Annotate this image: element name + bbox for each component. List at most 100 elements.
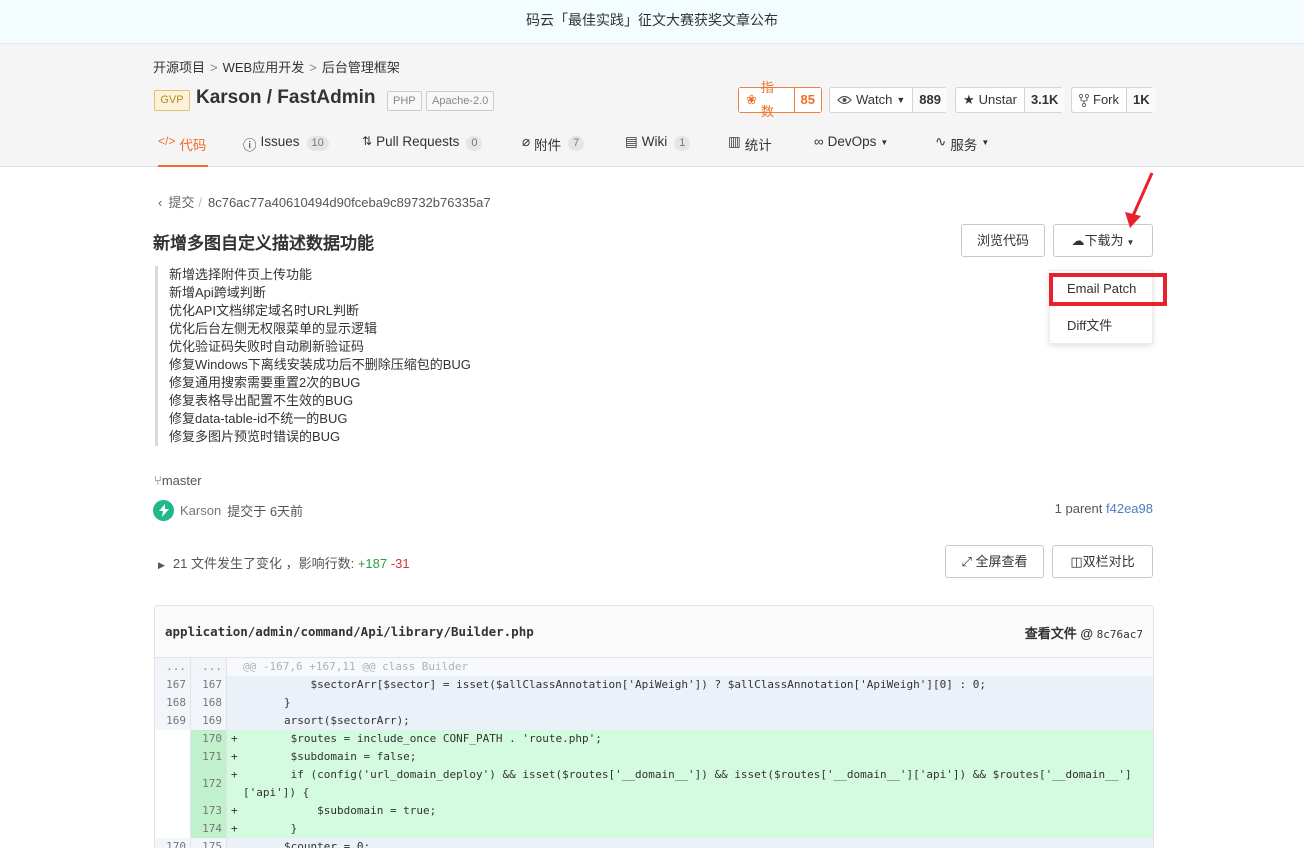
index-label: 指数 xyxy=(760,80,774,119)
code-text: arsort($sectorArr); xyxy=(227,712,1153,730)
old-line-number[interactable]: 169 xyxy=(155,712,191,730)
avatar[interactable] xyxy=(153,500,174,521)
code-text: $counter = 0; xyxy=(227,838,1153,848)
commit-message-line: 优化API文档绑定域名时URL判断 xyxy=(169,303,359,318)
diff-hunk-header[interactable]: ... ... @@ -167,6 +167,11 @@ class Build… xyxy=(155,658,1153,676)
commit-message-line: 修复通用搜索需要重置2次的BUG xyxy=(169,375,361,390)
commits-link[interactable]: 提交 xyxy=(168,195,194,210)
columns-icon: ◫ xyxy=(1070,554,1083,569)
star-count[interactable]: 3.1K xyxy=(1024,88,1065,112)
cloud-download-icon: ☁ xyxy=(1071,233,1085,248)
gvp-badge[interactable]: GVP xyxy=(154,90,190,111)
chevron-down-icon: ▼ xyxy=(981,138,990,147)
diff-stats[interactable]: ▶ 21 文件发生了变化 ，影响行数: +187 -31 xyxy=(158,553,410,572)
new-line-number[interactable]: 167 xyxy=(191,676,227,694)
breadcrumb: 开源项目 > WEB应用开发 > 后台管理框架 xyxy=(153,57,400,76)
commit-breadcrumb: ‹ 提交 / 8c76ac77a40610494d90fceba9c89732b763… xyxy=(158,192,491,211)
old-line-number xyxy=(155,730,191,748)
code-text: + } xyxy=(227,820,1153,838)
deletions-count: -31 xyxy=(390,556,410,571)
bolt-icon xyxy=(158,504,169,517)
parent-hash-link[interactable]: f42ea98 xyxy=(1106,501,1153,516)
commit-title: 新增多图自定义描述数据功能 xyxy=(153,234,374,253)
new-line-number[interactable]: 173 xyxy=(191,802,227,820)
tab-code-label: 代码 xyxy=(179,138,207,153)
watch-button[interactable]: Watch ▼ 889 xyxy=(829,87,947,113)
fullscreen-button[interactable]: ⤢ 全屏查看 xyxy=(945,545,1044,578)
tab-services-label: 服务 xyxy=(950,138,978,153)
license-tag[interactable]: Apache-2.0 xyxy=(426,91,495,111)
index-button[interactable]: ❀ 指数 85 xyxy=(738,80,822,119)
tab-pull-requests[interactable]: ⇅ Pull Requests 0 xyxy=(362,134,483,167)
attachments-count: 7 xyxy=(568,136,585,151)
parent-commit: 1 parent f42ea98 xyxy=(1055,501,1153,516)
code-text: + $subdomain = false; xyxy=(227,748,1153,766)
diff-file-option[interactable]: Diff文件 xyxy=(1050,311,1154,341)
diff-line-added: 170 + $routes = include_once CONF_PATH .… xyxy=(155,730,1153,748)
pull-requests-count: 0 xyxy=(466,136,483,151)
commit-message-line: 修复data-table-id不统一的BUG xyxy=(169,411,348,426)
new-line-number[interactable]: 170 xyxy=(191,730,227,748)
split-view-button[interactable]: ◫双栏对比 xyxy=(1052,545,1153,578)
new-line-number[interactable]: 169 xyxy=(191,712,227,730)
caret-right-icon: ▶ xyxy=(158,560,165,570)
diff-line-added: 172 + if (config('url_domain_deploy') &&… xyxy=(155,766,1153,802)
tab-pull-requests-label: Pull Requests xyxy=(376,134,460,149)
old-line-number xyxy=(155,820,191,838)
file-path[interactable]: application/admin/command/Api/library/Bu… xyxy=(165,624,534,639)
new-line-number[interactable]: 172 xyxy=(191,766,227,802)
commit-message-line: 新增选择附件页上传功能 xyxy=(169,267,313,282)
browse-code-button[interactable]: 浏览代码 xyxy=(961,224,1045,257)
commit-author: Karson 提交于 6天前 xyxy=(153,500,303,521)
code-icon: </> xyxy=(158,134,176,148)
fork-icon xyxy=(1079,93,1089,107)
old-line-number[interactable]: 167 xyxy=(155,676,191,694)
diff-line-added: 173 + $subdomain = true; xyxy=(155,802,1153,820)
old-line-number[interactable]: 170 xyxy=(155,838,191,848)
split-view-label: 双栏对比 xyxy=(1082,554,1135,569)
announcement-banner[interactable]: 码云「最佳实践」征文大赛获奖文章公布 xyxy=(0,0,1304,44)
tab-attachments[interactable]: ⌀ 附件 7 xyxy=(522,134,585,167)
tab-issues[interactable]: ⓘ Issues 10 xyxy=(243,134,329,167)
new-line-number[interactable]: 168 xyxy=(191,694,227,712)
arrow-annotation-icon xyxy=(1125,172,1154,228)
repo-title[interactable]: Karson / FastAdmin xyxy=(196,87,375,109)
tab-wiki[interactable]: ▤ Wiki 1 xyxy=(625,134,691,167)
chevron-down-icon: ▼ xyxy=(896,95,906,105)
view-file-link[interactable]: 查看文件 @ 8c76ac7 xyxy=(1025,623,1143,642)
fullscreen-label: 全屏查看 xyxy=(975,554,1028,569)
breadcrumb-separator: / xyxy=(198,195,202,210)
wiki-icon: ▤ xyxy=(625,134,638,149)
service-icon: ∿ xyxy=(935,134,947,149)
old-line-number[interactable]: 168 xyxy=(155,694,191,712)
fork-count[interactable]: 1K xyxy=(1127,88,1156,112)
breadcrumb-item[interactable]: 开源项目 xyxy=(153,60,205,75)
chevron-left-icon[interactable]: ‹ xyxy=(158,195,162,210)
view-file-hash: 8c76ac7 xyxy=(1096,628,1143,641)
breadcrumb-separator: > xyxy=(210,60,218,75)
watch-count[interactable]: 889 xyxy=(913,88,947,112)
new-line-number[interactable]: 174 xyxy=(191,820,227,838)
code-text: + $routes = include_once CONF_PATH . 'ro… xyxy=(227,730,1153,748)
tab-code[interactable]: </> 代码 xyxy=(158,134,208,167)
author-name[interactable]: Karson xyxy=(180,503,221,518)
old-line-number: ... xyxy=(155,658,191,676)
branch-link[interactable]: ⑂master xyxy=(154,473,202,488)
unstar-button[interactable]: ★ Unstar 3.1K xyxy=(955,87,1065,113)
highlight-annotation xyxy=(1049,273,1167,306)
commit-message: 新增选择附件页上传功能 新增Api跨域判断 优化API文档绑定域名时URL判断 … xyxy=(155,266,471,446)
commit-message-line: 修复表格导出配置不生效的BUG xyxy=(169,393,354,408)
new-line-number[interactable]: 171 xyxy=(191,748,227,766)
tab-stats[interactable]: ▥ 统计 xyxy=(728,134,772,167)
tab-services[interactable]: ∿ 服务 ▼ xyxy=(935,134,989,167)
new-line-number[interactable]: 175 xyxy=(191,838,227,848)
breadcrumb-item[interactable]: 后台管理框架 xyxy=(322,60,400,75)
commit-message-line: 优化后台左侧无权限菜单的显示逻辑 xyxy=(169,321,378,336)
tab-devops[interactable]: ∞ DevOps ▼ xyxy=(814,134,888,167)
code-text: + $subdomain = true; xyxy=(227,802,1153,820)
fork-button[interactable]: Fork 1K xyxy=(1071,87,1156,113)
language-tag[interactable]: PHP xyxy=(387,91,422,111)
branch-name: master xyxy=(161,473,202,488)
tab-stats-label: 统计 xyxy=(744,138,772,153)
breadcrumb-item[interactable]: WEB应用开发 xyxy=(223,60,305,75)
